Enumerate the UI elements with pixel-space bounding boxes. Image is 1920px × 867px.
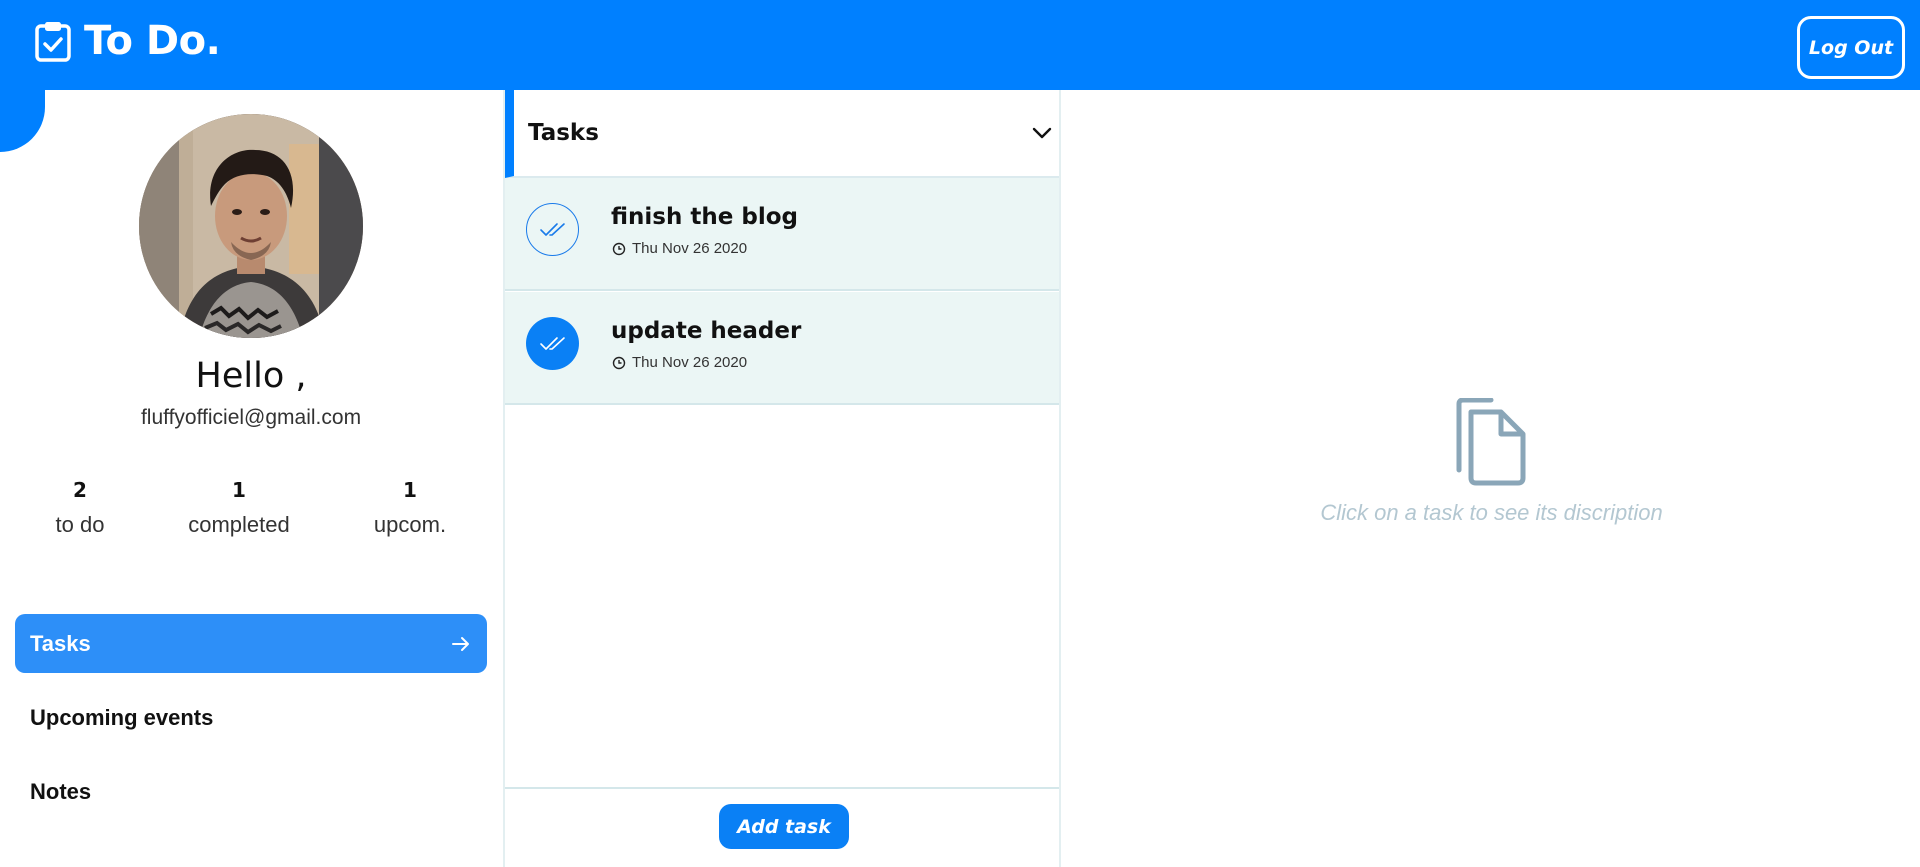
- stat-completed: 1 completed: [168, 478, 310, 538]
- task-date: Thu Nov 26 2020: [612, 240, 747, 257]
- app-title: To Do.: [84, 18, 221, 64]
- tasks-title: Tasks: [528, 120, 599, 146]
- clock-icon: [612, 242, 626, 255]
- app-logo[interactable]: To Do.: [34, 18, 221, 64]
- stat-todo-value: 2: [73, 478, 87, 502]
- nav-item-tasks[interactable]: Tasks: [15, 614, 487, 673]
- greeting: Hello ,: [195, 356, 307, 396]
- task-row[interactable]: update header Thu Nov 26 2020: [505, 292, 1059, 405]
- add-task-button[interactable]: Add task: [719, 804, 849, 849]
- document-copy-icon: [1456, 398, 1526, 486]
- tasks-panel: Tasks finish the blog Thu Nov 26 2020 up…: [503, 90, 1061, 867]
- clock-icon: [612, 356, 626, 369]
- avatar: [139, 114, 363, 338]
- nav-item-label: Notes: [30, 778, 92, 804]
- stat-todo: 2 to do: [28, 478, 132, 538]
- task-title: finish the blog: [611, 204, 798, 230]
- double-check-icon: [539, 222, 565, 236]
- tasks-dropdown-header[interactable]: Tasks: [505, 90, 1059, 178]
- nav-item-label: Tasks: [30, 630, 91, 656]
- task-row[interactable]: finish the blog Thu Nov 26 2020: [505, 178, 1059, 291]
- chevron-down-icon[interactable]: [1031, 122, 1053, 144]
- stat-todo-label: to do: [55, 512, 105, 537]
- arrow-right-icon: [452, 636, 469, 651]
- app-header: To Do. Log Out: [0, 0, 1920, 90]
- task-complete-toggle[interactable]: [526, 317, 579, 370]
- task-complete-toggle[interactable]: [526, 203, 579, 256]
- stat-completed-value: 1: [232, 478, 246, 502]
- double-check-icon: [539, 336, 565, 350]
- user-email: fluffyofficiel@gmail.com: [140, 406, 362, 429]
- task-date-text: Thu Nov 26 2020: [632, 240, 748, 257]
- nav-item-label: Upcoming events: [30, 704, 214, 730]
- task-detail-panel: Click on a task to see its discription: [1063, 90, 1920, 867]
- task-title: update header: [611, 318, 802, 344]
- task-date: Thu Nov 26 2020: [612, 354, 747, 371]
- task-date-text: Thu Nov 26 2020: [632, 354, 748, 371]
- logout-button[interactable]: Log Out: [1797, 16, 1905, 79]
- stat-upcoming-value: 1: [403, 478, 417, 502]
- stat-upcoming-label: upcom.: [373, 512, 447, 537]
- divider: [505, 787, 1059, 789]
- nav-item-notes[interactable]: Notes: [15, 762, 487, 821]
- clipboard-check-icon: [35, 22, 71, 62]
- sidebar: Hello , fluffyofficiel@gmail.com 2 to do…: [0, 90, 502, 867]
- nav-item-upcoming-events[interactable]: Upcoming events: [15, 688, 487, 747]
- stat-completed-label: completed: [188, 512, 290, 537]
- empty-state-hint: Click on a task to see its discription: [1320, 500, 1663, 525]
- stat-upcoming: 1 upcom.: [352, 478, 468, 538]
